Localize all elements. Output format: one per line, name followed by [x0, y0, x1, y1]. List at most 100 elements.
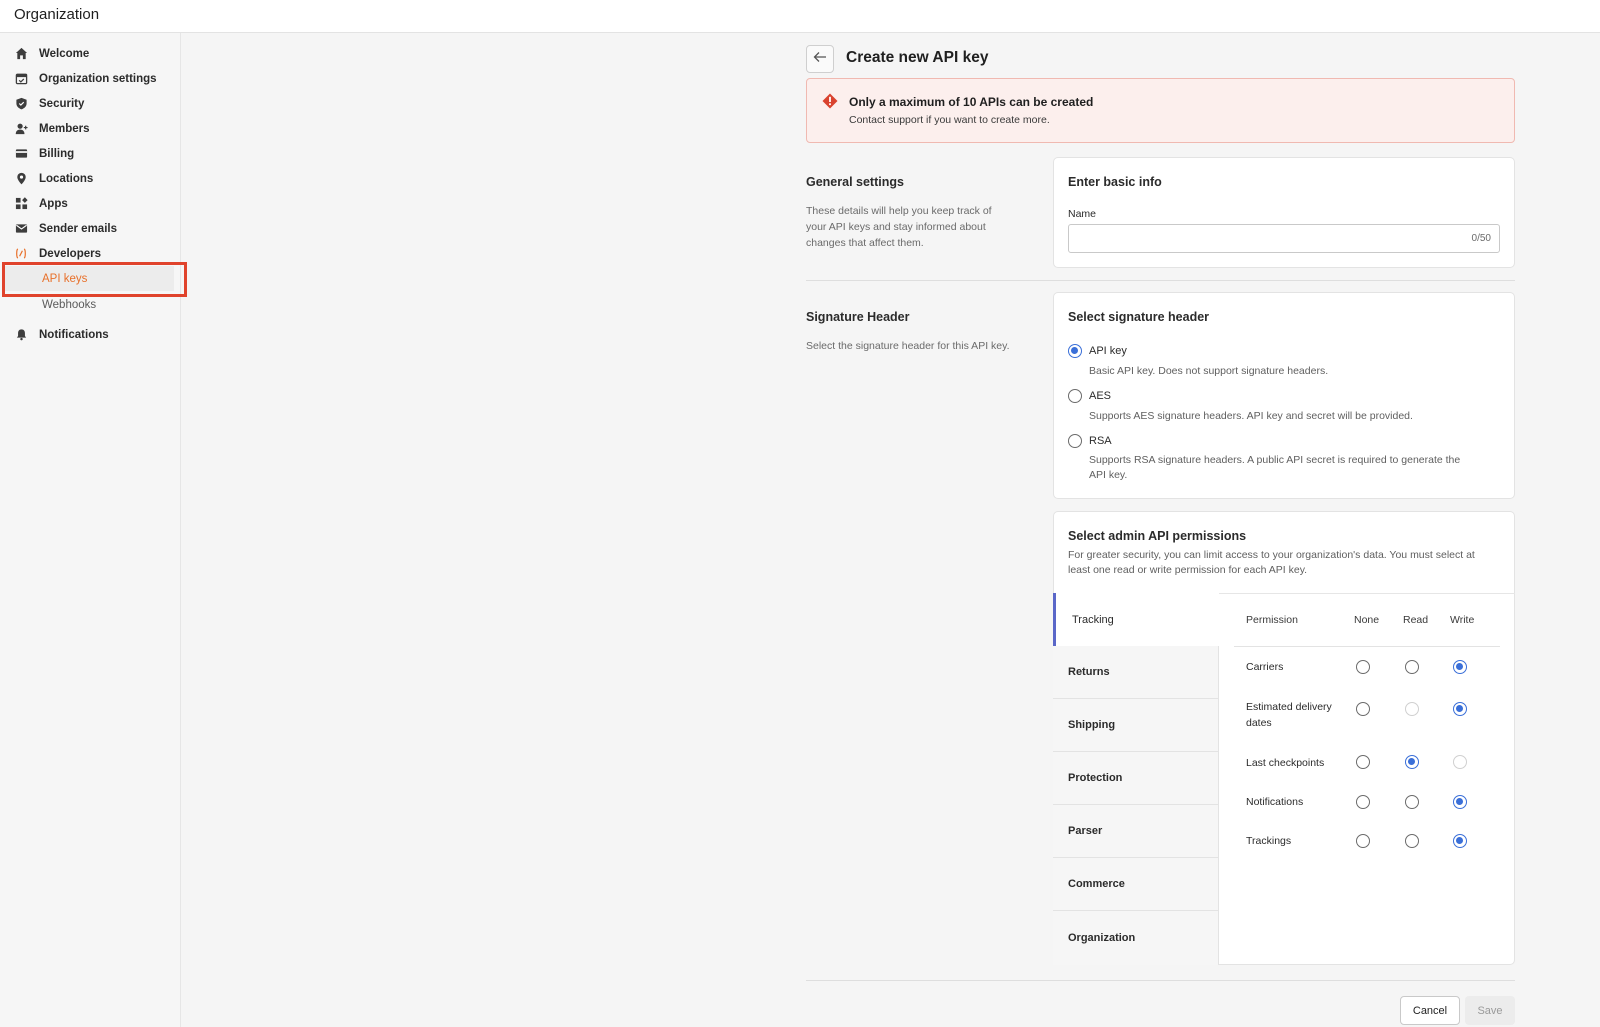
radio-trackings-write[interactable]	[1453, 834, 1467, 848]
code-icon	[14, 246, 28, 260]
section-divider	[806, 280, 1515, 281]
sidebar-item-label: Billing	[39, 147, 75, 160]
sidebar-item-organization-settings[interactable]: Organization settings	[0, 66, 181, 91]
desc-line: API key.	[1089, 469, 1128, 481]
sidebar-item-label: Notifications	[39, 328, 109, 341]
sidebar-item-security[interactable]: Security	[0, 91, 181, 116]
tab-label: Protection	[1068, 772, 1123, 784]
radio-trackings-read[interactable]	[1405, 834, 1419, 848]
sidebar-item-welcome[interactable]: Welcome	[0, 41, 181, 66]
arrow-left-icon	[813, 50, 827, 68]
name-char-counter: 0/50	[1471, 233, 1491, 244]
radio-edd-read[interactable]	[1405, 702, 1419, 716]
tab-shipping[interactable]: Shipping	[1053, 699, 1219, 752]
tab-label: Tracking	[1072, 613, 1114, 626]
sidebar-item-label: Apps	[39, 197, 68, 210]
tab-label: Shipping	[1068, 719, 1116, 731]
tab-label: Organization	[1068, 931, 1136, 944]
name-field[interactable]: 0/50	[1068, 224, 1500, 253]
footer-divider	[806, 980, 1515, 981]
desc-line: least one read or write permission for e…	[1068, 564, 1308, 576]
tab-commerce[interactable]: Commerce	[1053, 858, 1219, 911]
top-bar: Organization	[0, 0, 1600, 33]
radio-edd-none[interactable]	[1356, 702, 1370, 716]
alert-body: Contact support if you want to create mo…	[849, 114, 1050, 126]
radio-rsa[interactable]	[1068, 434, 1082, 448]
radio-edd-write[interactable]	[1453, 702, 1467, 716]
tab-parser[interactable]: Parser	[1053, 805, 1219, 858]
tab-tracking[interactable]: Tracking	[1053, 593, 1219, 646]
signature-card-title: Select signature header	[1068, 310, 1210, 324]
basic-info-title: Enter basic info	[1068, 175, 1162, 189]
permission-name: Notifications	[1246, 796, 1304, 808]
option-desc: Supports RSA signature headers. A public…	[1089, 453, 1460, 483]
limit-alert: Only a maximum of 10 APIs can be created…	[806, 78, 1515, 143]
tab-returns[interactable]: Returns	[1053, 646, 1219, 699]
option-desc: Basic API key. Does not support signatur…	[1089, 365, 1329, 377]
tab-label: Returns	[1068, 666, 1110, 678]
sidebar-item-label: Developers	[39, 247, 102, 260]
radio-api-key[interactable]	[1068, 344, 1082, 358]
tab-organization[interactable]: Organization	[1053, 911, 1219, 964]
user-plus-icon	[14, 121, 28, 135]
radio-aes[interactable]	[1068, 389, 1082, 403]
signature-header-title: Signature Header	[806, 310, 910, 324]
back-button[interactable]	[806, 45, 834, 73]
permission-name: Estimated delivery dates	[1246, 699, 1341, 731]
save-button[interactable]: Save	[1465, 996, 1515, 1025]
sidebar-item-billing[interactable]: Billing	[0, 141, 181, 166]
radio-carriers-none[interactable]	[1356, 660, 1370, 674]
signature-header-desc: Select the signature header for this API…	[806, 340, 1010, 352]
radio-carriers-write[interactable]	[1453, 660, 1467, 674]
radio-trackings-none[interactable]	[1356, 834, 1370, 848]
credit-card-icon	[14, 146, 28, 160]
radio-last-checkpoints-write[interactable]	[1453, 755, 1467, 769]
column-header-none: None	[1354, 614, 1380, 626]
alert-title: Only a maximum of 10 APIs can be created	[849, 95, 1094, 109]
name-line: dates	[1246, 717, 1272, 729]
tab-label: Commerce	[1068, 878, 1125, 890]
sidebar-item-label: Security	[39, 97, 85, 110]
selection-highlight	[2, 262, 187, 297]
table-header-divider	[1234, 646, 1500, 647]
sidebar-item-sender-emails[interactable]: Sender emails	[0, 216, 181, 241]
permission-name: Last checkpoints	[1246, 757, 1325, 769]
sidebar-item-label: Welcome	[39, 47, 90, 60]
sidebar-item-members[interactable]: Members	[0, 116, 181, 141]
warning-icon	[822, 93, 838, 109]
radio-carriers-read[interactable]	[1405, 660, 1419, 674]
column-header-read: Read	[1403, 614, 1429, 626]
sidebar-item-notifications[interactable]: Notifications	[0, 322, 181, 347]
radio-last-checkpoints-read[interactable]	[1405, 755, 1419, 769]
home-icon	[14, 46, 28, 60]
sidebar-item-label: Members	[39, 122, 90, 135]
map-pin-icon	[14, 171, 28, 185]
name-input[interactable]	[1069, 225, 1449, 252]
column-header-permission: Permission	[1246, 614, 1298, 626]
desc-line: These details will help you keep track o…	[806, 205, 992, 217]
permission-tabs: Tracking Returns Shipping Protection Par…	[1053, 593, 1219, 965]
bell-icon	[14, 327, 28, 341]
calendar-check-icon	[14, 71, 28, 85]
tab-label: Parser	[1068, 825, 1103, 837]
permissions-card-title: Select admin API permissions	[1068, 529, 1247, 543]
permission-name: Trackings	[1246, 835, 1292, 847]
tab-protection[interactable]: Protection	[1053, 752, 1219, 805]
sidebar-subitem-label: Webhooks	[42, 298, 97, 311]
radio-last-checkpoints-none[interactable]	[1356, 755, 1370, 769]
sidebar-item-locations[interactable]: Locations	[0, 166, 181, 191]
general-settings-title: General settings	[806, 175, 904, 189]
sidebar-item-apps[interactable]: Apps	[0, 191, 181, 216]
general-settings-desc: These details will help you keep track o…	[806, 203, 992, 251]
apps-grid-icon	[14, 196, 28, 210]
name-line: Estimated delivery	[1246, 701, 1332, 713]
page-title: Create new API key	[846, 49, 989, 66]
option-label: AES	[1089, 390, 1112, 402]
sidebar-item-label: Sender emails	[39, 222, 117, 235]
sidebar-item-label: Organization settings	[39, 72, 157, 85]
org-title: Organization	[14, 6, 100, 23]
radio-notifications-write[interactable]	[1453, 795, 1467, 809]
radio-notifications-none[interactable]	[1356, 795, 1370, 809]
cancel-button[interactable]: Cancel	[1400, 996, 1460, 1025]
radio-notifications-read[interactable]	[1405, 795, 1419, 809]
